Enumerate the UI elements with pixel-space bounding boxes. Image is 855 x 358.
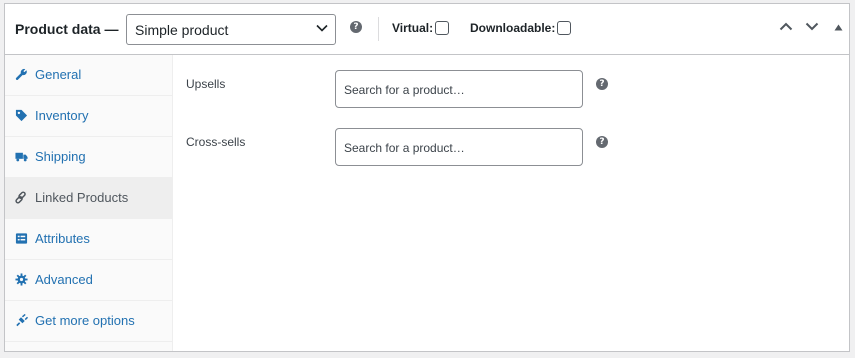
wrench-icon [15, 68, 27, 80]
downloadable-label: Downloadable: [470, 21, 556, 35]
product-data-panel: Product data — Simple product ? Virtual:… [4, 3, 850, 352]
virtual-label: Virtual: [392, 21, 434, 35]
question-circle-icon[interactable]: ? [596, 78, 608, 90]
tab-label: General [35, 67, 82, 82]
cross-sells-placeholder: Search for a product… [344, 141, 465, 155]
tab-label: Inventory [35, 108, 89, 123]
header-divider [378, 17, 379, 41]
virtual-option[interactable]: Virtual: [392, 20, 450, 36]
chevron-down-icon[interactable] [805, 22, 819, 31]
plugin-icon [16, 314, 28, 327]
upsells-search-input[interactable]: Search for a product… [335, 70, 583, 108]
tab-label: Shipping [35, 149, 86, 164]
cross-sells-label: Cross-sells [186, 135, 246, 149]
tab-attributes[interactable]: Attributes [5, 219, 172, 260]
tab-shipping[interactable]: Shipping [5, 137, 172, 178]
panel-header: Product data — Simple product ? Virtual:… [5, 4, 849, 55]
upsells-label: Upsells [186, 77, 226, 91]
virtual-checkbox[interactable] [435, 21, 450, 35]
cross-sells-search-input[interactable]: Search for a product… [335, 128, 583, 166]
question-circle-icon[interactable]: ? [350, 21, 362, 33]
downloadable-option[interactable]: Downloadable: [470, 20, 572, 36]
tab-label: Advanced [35, 272, 93, 287]
linked-products-panel: Upsells Search for a product… ? Cross-se… [173, 55, 849, 351]
question-circle-icon[interactable]: ? [596, 136, 608, 148]
link-icon [15, 191, 26, 204]
tab-general[interactable]: General [5, 55, 172, 96]
tab-inventory[interactable]: Inventory [5, 96, 172, 137]
product-type-select[interactable]: Simple product [126, 14, 336, 45]
product-type-value: Simple product [135, 22, 229, 38]
tab-linked-products[interactable]: Linked Products [5, 178, 172, 219]
upsells-placeholder: Search for a product… [344, 83, 465, 97]
tab-label: Linked Products [35, 190, 129, 205]
tag-icon [15, 109, 28, 122]
product-data-tabs: General Inventory Shipping Linked Produc… [5, 55, 173, 351]
tab-advanced[interactable]: Advanced [5, 260, 172, 301]
triangle-up-icon[interactable] [834, 24, 843, 31]
list-icon [15, 233, 28, 244]
downloadable-checkbox[interactable] [557, 21, 572, 35]
tab-label: Get more options [35, 313, 135, 328]
chevron-down-icon [316, 24, 328, 32]
chevron-up-icon[interactable] [779, 22, 793, 31]
tab-label: Attributes [35, 231, 90, 246]
panel-title: Product data — [15, 21, 119, 37]
truck-icon [15, 152, 28, 162]
tab-get-more-options[interactable]: Get more options [5, 301, 172, 342]
gear-icon [15, 273, 28, 286]
